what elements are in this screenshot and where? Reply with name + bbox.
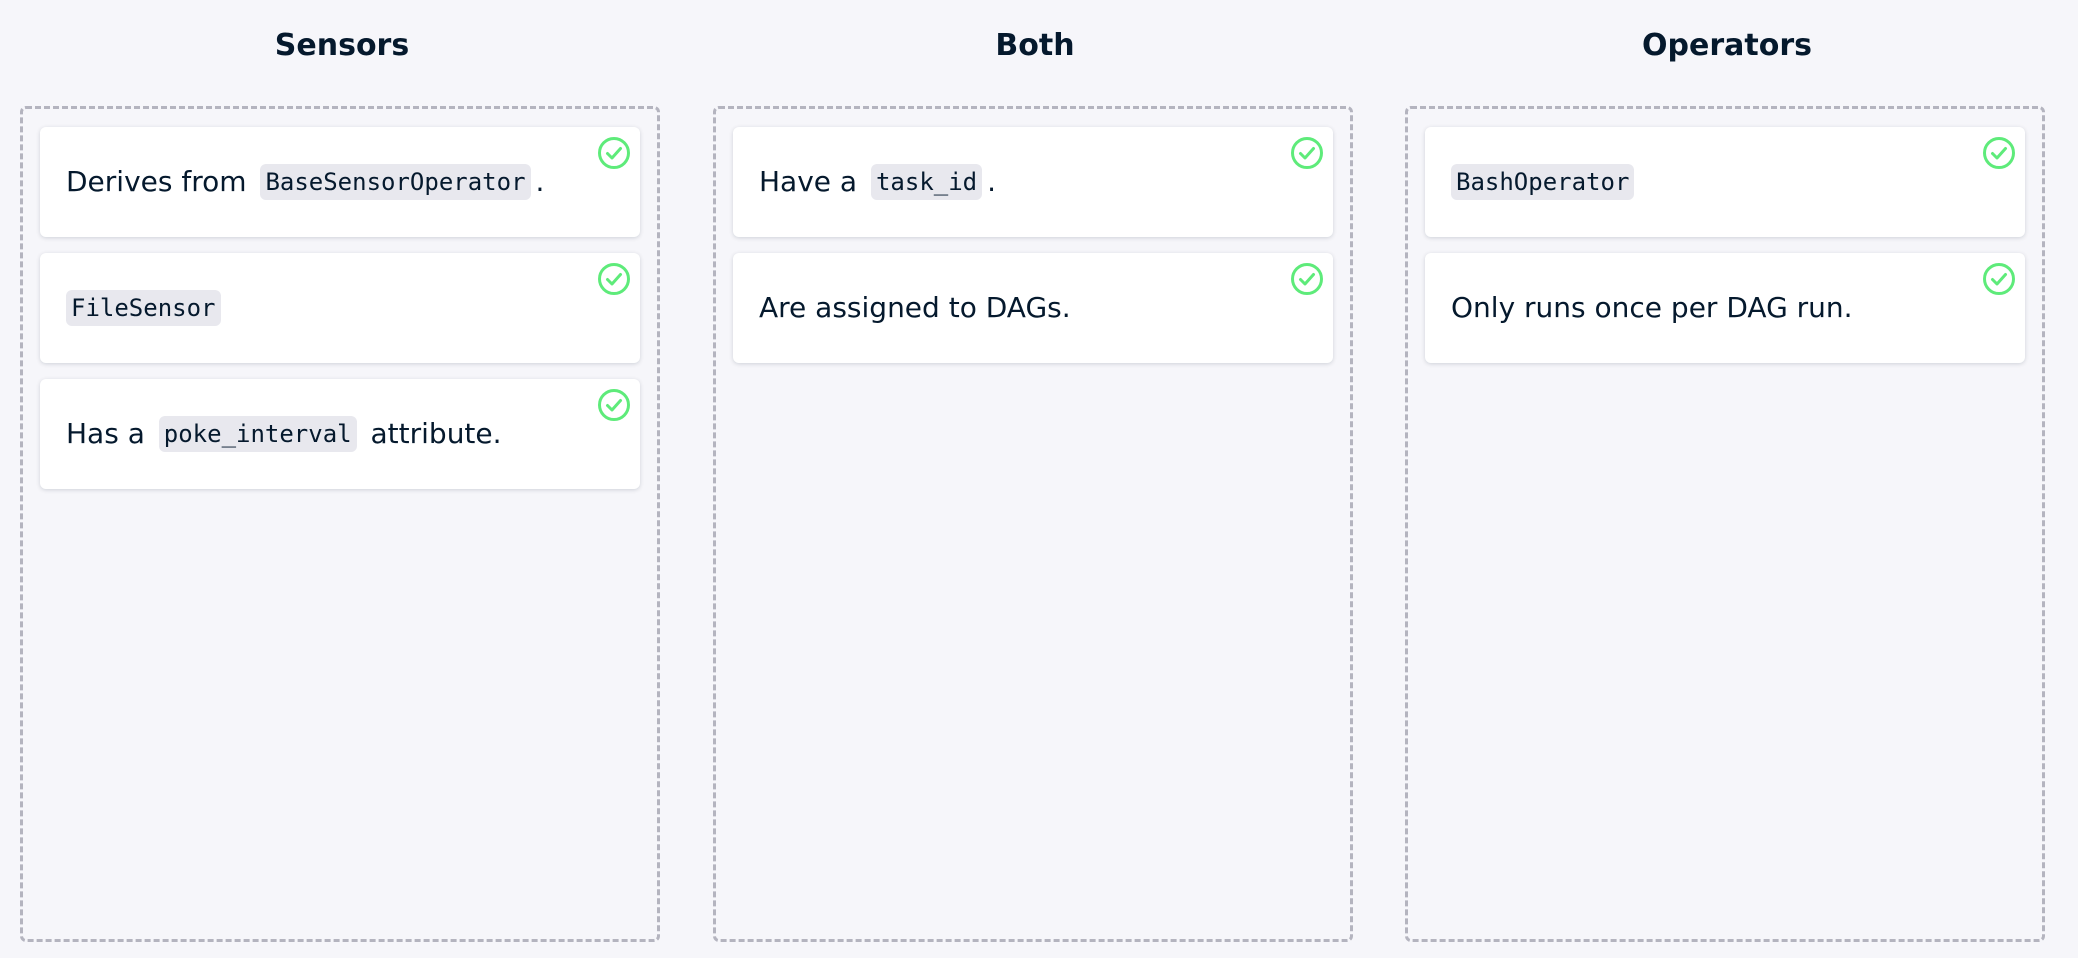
column-both: Both Have a task_id. Are assigned to DAGs… (713, 0, 1357, 942)
draggable-card[interactable]: Have a task_id. (733, 127, 1333, 237)
card-text: BashOperator (1451, 164, 1639, 200)
draggable-card[interactable]: FileSensor (40, 253, 640, 363)
check-circle-icon (597, 262, 631, 296)
column-title: Operators (1642, 28, 1812, 63)
card-label: . (535, 165, 545, 198)
card-list: Derives from BaseSensorOperator. FileSens… (40, 127, 640, 505)
check-circle-icon (1290, 136, 1324, 170)
dropzone[interactable]: Derives from BaseSensorOperator. FileSens… (20, 106, 660, 942)
code-snippet: BaseSensorOperator (260, 164, 531, 200)
draggable-card[interactable]: BashOperator (1425, 127, 2025, 237)
card-text: Have a task_id. (759, 162, 996, 202)
card-label: Has a (66, 417, 154, 450)
draggable-card[interactable]: Are assigned to DAGs. (733, 253, 1333, 363)
check-circle-icon (1982, 262, 2016, 296)
drag-drop-board: Sensors Derives from BaseSensorOperator.… (0, 0, 2078, 958)
column-title: Sensors (274, 28, 410, 63)
card-text: Derives from BaseSensorOperator. (66, 162, 544, 202)
check-circle-icon (1290, 262, 1324, 296)
card-label: Have a (759, 165, 866, 198)
code-snippet: FileSensor (66, 290, 221, 326)
card-label: attribute. (361, 417, 502, 450)
column-title: Both (995, 28, 1075, 63)
card-label: Only runs once per DAG run. (1451, 291, 1853, 324)
code-snippet: poke_interval (158, 416, 357, 452)
card-list: BashOperator Only runs once per DAG run. (1425, 127, 2025, 379)
card-label: Derives from (66, 165, 256, 198)
code-snippet: BashOperator (1451, 164, 1635, 200)
column-operators: Operators BashOperator Only runs once per… (1405, 0, 2049, 942)
card-label: Are assigned to DAGs. (759, 291, 1071, 324)
check-circle-icon (597, 136, 631, 170)
draggable-card[interactable]: Has a poke_interval attribute. (40, 379, 640, 489)
card-text: Are assigned to DAGs. (759, 288, 1071, 328)
check-circle-icon (1982, 136, 2016, 170)
card-list: Have a task_id. Are assigned to DAGs. (733, 127, 1333, 379)
card-text: FileSensor (66, 290, 226, 326)
card-label: . (987, 165, 997, 198)
dropzone[interactable]: BashOperator Only runs once per DAG run. (1405, 106, 2045, 942)
draggable-card[interactable]: Derives from BaseSensorOperator. (40, 127, 640, 237)
code-snippet: task_id (870, 164, 983, 200)
column-sensors: Sensors Derives from BaseSensorOperator.… (20, 0, 664, 942)
card-text: Has a poke_interval attribute. (66, 414, 502, 454)
card-text: Only runs once per DAG run. (1451, 288, 1853, 328)
draggable-card[interactable]: Only runs once per DAG run. (1425, 253, 2025, 363)
check-circle-icon (597, 388, 631, 422)
dropzone[interactable]: Have a task_id. Are assigned to DAGs. (713, 106, 1353, 942)
